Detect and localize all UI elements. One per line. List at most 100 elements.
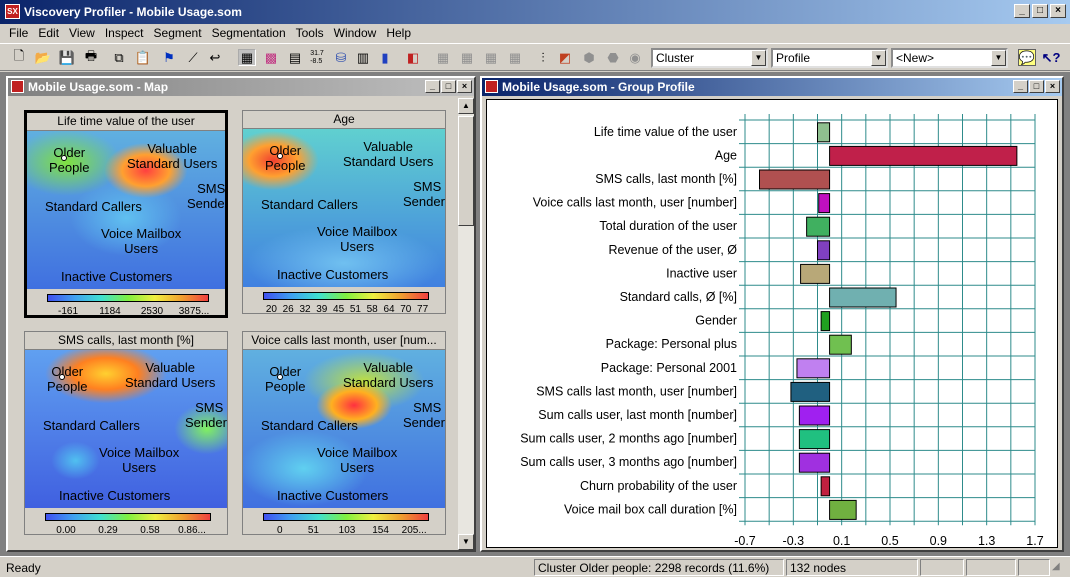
paste-icon[interactable]: 📋 [134, 49, 152, 66]
comment-icon[interactable]: 💬 [1018, 49, 1036, 66]
cluster-marker [277, 374, 283, 380]
scale-tick-label: 0.58 [140, 525, 160, 536]
category-label: Gender [695, 314, 737, 328]
scale-tick-label: 39 [316, 304, 328, 315]
scale-tick-label: 20 [265, 304, 277, 315]
profile-combo-value: Profile [776, 51, 811, 65]
profile-bar [829, 499, 857, 520]
profile-bar [800, 263, 831, 284]
menu-bar: File Edit View Inspect Segment Segmentat… [0, 24, 1070, 42]
grid-icon[interactable]: ▤ [286, 49, 304, 66]
category-label: Package: Personal plus [606, 337, 737, 351]
menu-tools[interactable]: Tools [291, 26, 329, 40]
region-label-older: Older People [265, 364, 306, 394]
slider-icon[interactable]: ⫶ [534, 49, 552, 66]
map-view-icon[interactable]: ▦ [238, 49, 256, 66]
scale-tick-label: 51 [349, 304, 361, 315]
help-cursor-icon[interactable]: ↖? [1042, 49, 1061, 66]
profile-combo[interactable]: Profile ▼ [771, 48, 888, 68]
menu-segmentation[interactable]: Segmentation [207, 26, 291, 40]
menu-file[interactable]: File [4, 26, 33, 40]
minimize-button[interactable]: _ [425, 80, 440, 93]
close-button[interactable]: × [457, 80, 472, 93]
close-button[interactable]: × [1050, 4, 1066, 18]
map-card[interactable]: Voice calls last month, user [num... Olde… [242, 331, 446, 536]
region-label-sms: SMS Senders [403, 400, 445, 430]
profile-bar [759, 169, 831, 190]
minimize-button[interactable]: _ [1014, 4, 1030, 18]
scroll-up-icon[interactable]: ▲ [458, 98, 474, 114]
menu-window[interactable]: Window [329, 26, 382, 40]
scale-tick-label: 103 [338, 525, 356, 536]
menu-inspect[interactable]: Inspect [100, 26, 149, 40]
open-folder-icon[interactable]: 📂 [34, 49, 52, 66]
scale-tick-label: 0 [277, 525, 283, 536]
status-panel-2 [966, 559, 1016, 576]
profile-bar [817, 240, 831, 261]
document-icon [11, 80, 24, 93]
bar-chart-icon[interactable]: ▮ [376, 49, 394, 66]
copy-icon[interactable]: ⧉ [110, 49, 128, 66]
profile-bar [790, 381, 831, 402]
maximize-button[interactable]: □ [1029, 80, 1044, 93]
palette-icon[interactable]: ◧ [404, 49, 422, 66]
menu-view[interactable]: View [64, 26, 100, 40]
region-label-sms: SMS Senders [403, 179, 445, 209]
database-icon[interactable]: ⛁ [332, 49, 350, 66]
component-map[interactable]: Older People Valuable Standard Users SMS S… [243, 129, 445, 287]
save-icon[interactable]: 💾 [58, 49, 76, 66]
component-map[interactable]: Older People Valuable Standard Users SMS S… [27, 131, 225, 289]
category-label: Churn probability of the user [580, 479, 737, 493]
menu-edit[interactable]: Edit [33, 26, 64, 40]
print-icon[interactable]: 🖶 [82, 48, 100, 66]
brush-icon[interactable]: ⟋ [184, 49, 202, 66]
hexagon-icon: ⬢ [583, 49, 595, 65]
region-label-valuable: Valuable Standard Users [127, 141, 218, 171]
category-label: Package: Personal 2001 [601, 361, 737, 375]
profile-bar [798, 429, 831, 450]
map-card[interactable]: SMS calls, last month [%] Older People Val… [24, 331, 228, 536]
category-label: Voice calls last month, user [number] [533, 196, 737, 210]
chevron-down-icon[interactable]: ▼ [751, 50, 766, 66]
cluster-marker [61, 155, 67, 161]
component-map[interactable]: Older People Valuable Standard Users SMS S… [243, 350, 445, 508]
map-card[interactable]: Life time value of the user Older People V… [24, 110, 228, 318]
color-scale-bar [45, 513, 211, 521]
close-button[interactable]: × [1045, 80, 1060, 93]
scale-tick-label: 58 [366, 304, 378, 315]
chevron-down-icon[interactable]: ▼ [871, 50, 886, 66]
layout-2-icon: ▦ [460, 49, 474, 65]
minimize-button[interactable]: _ [1013, 80, 1028, 93]
statistics-icon[interactable]: 31.7 -8.5 [308, 49, 326, 66]
maximize-button[interactable]: □ [1032, 4, 1048, 18]
x-tick-label: 0.1 [833, 534, 850, 548]
new-file-icon[interactable]: 🗋 [10, 48, 28, 66]
resize-grip-icon[interactable]: ◢ [1052, 561, 1066, 575]
category-label: Standard calls, Ø [%] [620, 290, 737, 304]
map-scrollbar[interactable]: ▲ ▼ [458, 98, 474, 550]
region-label-inactive: Inactive Customers [61, 269, 173, 284]
scale-tick-label: 70 [400, 304, 412, 315]
new-combo[interactable]: <New> ▼ [891, 48, 1008, 68]
scale-tick-label: 205... [401, 525, 427, 536]
color-map-icon[interactable]: ▩ [262, 49, 280, 66]
map-card[interactable]: Age Older People Valuable Standard Users SM… [242, 110, 446, 315]
scroll-thumb[interactable] [458, 116, 474, 226]
table-icon[interactable]: ▥ [354, 49, 372, 66]
status-ready: Ready [6, 561, 41, 575]
cluster-combo[interactable]: Cluster ▼ [651, 48, 768, 68]
segment-color-icon[interactable]: ◩ [556, 49, 574, 66]
cluster-combo-value: Cluster [656, 51, 695, 65]
region-label-voice: Voice Mailbox Users [317, 224, 398, 254]
undo-icon[interactable]: ↩ [206, 49, 224, 66]
menu-help[interactable]: Help [381, 26, 416, 40]
flag-icon[interactable]: ⚑ [160, 49, 178, 66]
profile-chart-area: Life time value of the user Age SMS calls,… [486, 99, 1058, 548]
scroll-down-icon[interactable]: ▼ [458, 534, 474, 550]
chevron-down-icon[interactable]: ▼ [991, 50, 1006, 66]
menu-segment[interactable]: Segment [149, 26, 207, 40]
x-tick-label: -0.7 [734, 534, 756, 548]
component-map[interactable]: Older People Valuable Standard Users SMS S… [25, 350, 227, 508]
scale-tick-label: 32 [299, 304, 311, 315]
maximize-button[interactable]: □ [441, 80, 456, 93]
